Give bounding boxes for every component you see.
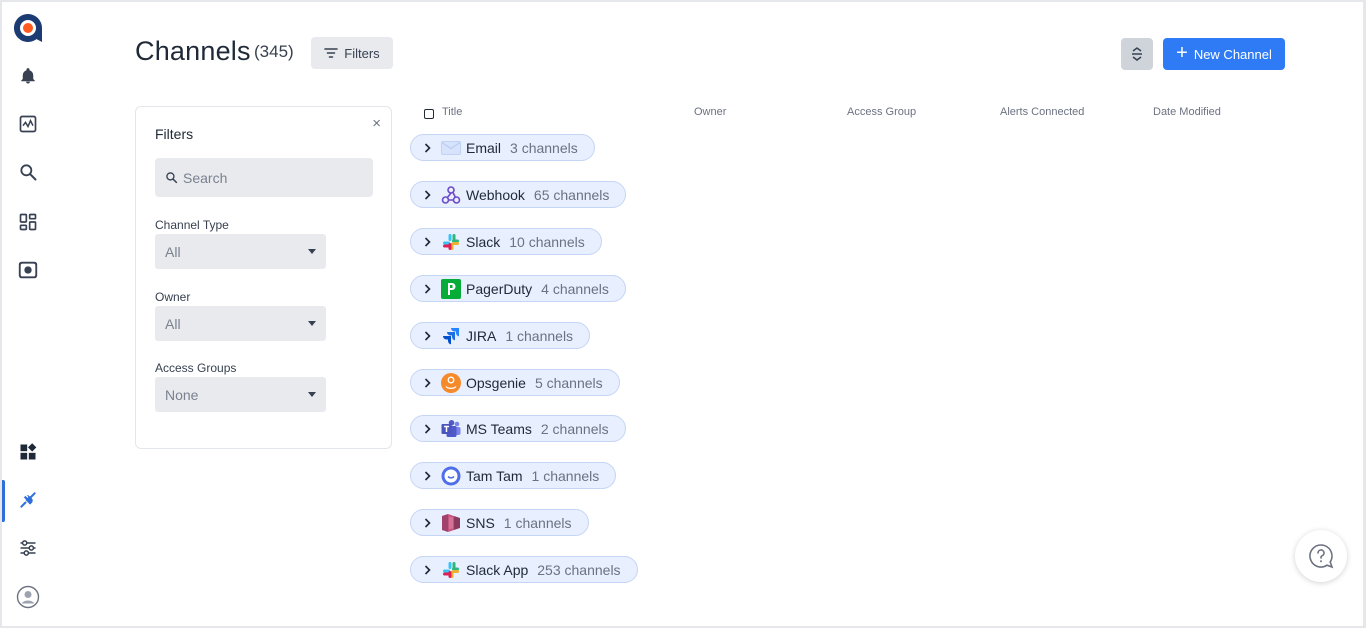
new-channel-label: New Channel (1193, 46, 1272, 62)
group-count: 4 channels (541, 280, 609, 297)
group-name: MS Teams (466, 420, 532, 437)
group-count: 253 channels (537, 561, 621, 578)
sns-icon (441, 513, 461, 533)
search-field[interactable] (155, 158, 373, 197)
page-title: Channels (135, 36, 251, 66)
user-avatar-icon[interactable] (2, 577, 54, 617)
access-groups-label: Access Groups (155, 361, 237, 375)
access-groups-value: None (165, 386, 199, 403)
channel-group-email[interactable]: Email 3 channels (410, 134, 595, 161)
group-count: 10 channels (509, 233, 585, 250)
close-icon[interactable]: × (372, 115, 381, 132)
channel-type-value: All (165, 243, 181, 260)
channel-count: (345) (254, 42, 294, 61)
access-groups-select[interactable]: None (155, 377, 326, 412)
sort-icon (1132, 47, 1142, 61)
chevron-down-icon (308, 392, 316, 397)
activity-icon[interactable] (2, 104, 54, 144)
help-button[interactable] (1295, 530, 1347, 582)
column-header-title[interactable]: Title (442, 106, 462, 118)
webhook-icon (441, 185, 461, 205)
plus-icon: + (1176, 42, 1188, 64)
chevron-down-icon (308, 321, 316, 326)
widgets-icon[interactable] (2, 432, 54, 472)
group-count: 65 channels (533, 186, 610, 203)
search-input[interactable] (183, 169, 363, 186)
tamtam-icon (441, 466, 461, 486)
chevron-right-icon[interactable] (421, 377, 433, 388)
group-name: Opsgenie (466, 374, 526, 391)
chevron-right-icon[interactable] (421, 236, 433, 247)
sort-button[interactable] (1121, 38, 1153, 70)
group-count: 1 channels (503, 514, 572, 531)
group-name: Slack (466, 233, 501, 250)
group-count: 2 channels (540, 420, 609, 437)
group-name: Tam Tam (466, 467, 523, 484)
dashboard-icon[interactable] (2, 202, 54, 242)
channel-group-pagerduty[interactable]: PagerDuty 4 channels (410, 275, 626, 302)
pagerduty-icon (441, 278, 461, 299)
logo-icon[interactable] (2, 8, 54, 48)
email-icon (441, 138, 461, 158)
group-name: JIRA (466, 327, 497, 344)
channel-group-sns[interactable]: SNS 1 channels (410, 509, 589, 536)
group-name: Slack App (466, 561, 529, 578)
new-channel-button[interactable]: + New Channel (1163, 38, 1285, 70)
chevron-right-icon[interactable] (421, 423, 433, 434)
group-name: SNS (466, 514, 495, 531)
column-header-date-modified[interactable]: Date Modified (1153, 106, 1221, 118)
channel-group-tam-tam[interactable]: Tam Tam 1 channels (410, 462, 617, 489)
column-header-access-group[interactable]: Access Group (847, 106, 916, 118)
owner-label: Owner (155, 290, 191, 304)
select-all-checkbox[interactable] (424, 109, 434, 119)
filters-button[interactable]: Filters (311, 37, 393, 69)
channel-group-slack-app[interactable]: Slack App 253 channels (410, 556, 638, 583)
channel-type-select[interactable]: All (155, 234, 326, 269)
settings-sliders-icon[interactable] (2, 528, 54, 568)
channel-group-opsgenie[interactable]: Opsgenie 5 channels (410, 369, 620, 396)
channel-group-webhook[interactable]: Webhook 65 channels (410, 181, 627, 208)
channel-group-jira[interactable]: JIRA 1 channels (410, 322, 591, 349)
integration-icon[interactable] (2, 480, 54, 520)
column-header-alerts-connected[interactable]: Alerts Connected (1000, 106, 1084, 118)
filters-panel: Filters × Channel Type All Owner All Acc… (135, 106, 392, 449)
chevron-right-icon[interactable] (421, 189, 433, 200)
chevron-right-icon[interactable] (421, 142, 433, 153)
slack-app-icon (441, 560, 461, 580)
filter-icon (324, 48, 339, 58)
group-count: 1 channels (531, 467, 600, 484)
group-name: Email (466, 139, 502, 156)
group-name: Webhook (466, 186, 525, 203)
owner-select[interactable]: All (155, 306, 326, 341)
owner-value: All (165, 315, 181, 332)
chevron-right-icon[interactable] (421, 470, 433, 481)
msteams-icon (441, 419, 461, 439)
channel-group-ms-teams[interactable]: MS Teams 2 channels (410, 415, 626, 442)
chevron-right-icon[interactable] (421, 283, 433, 294)
chevron-right-icon[interactable] (421, 517, 433, 528)
channel-group-slack[interactable]: Slack 10 channels (410, 228, 602, 255)
channel-type-label: Channel Type (155, 218, 229, 232)
bell-icon[interactable] (2, 56, 54, 96)
help-icon (1309, 544, 1334, 569)
opsgenie-icon (441, 372, 461, 393)
column-header-owner[interactable]: Owner (694, 106, 726, 118)
group-count: 1 channels (505, 327, 574, 344)
search-icon[interactable] (2, 152, 54, 192)
group-name: PagerDuty (466, 280, 533, 297)
group-count: 5 channels (534, 374, 603, 391)
chevron-down-icon (308, 249, 316, 254)
filters-button-label: Filters (344, 45, 380, 61)
chevron-right-icon[interactable] (421, 330, 433, 341)
sidebar (2, 2, 54, 624)
jira-icon (441, 326, 461, 346)
camera-icon[interactable] (2, 250, 54, 290)
group-count: 3 channels (510, 139, 578, 156)
chevron-right-icon[interactable] (421, 564, 433, 575)
slack-icon (441, 232, 461, 252)
search-icon (166, 172, 178, 184)
filters-panel-title: Filters (155, 126, 194, 142)
